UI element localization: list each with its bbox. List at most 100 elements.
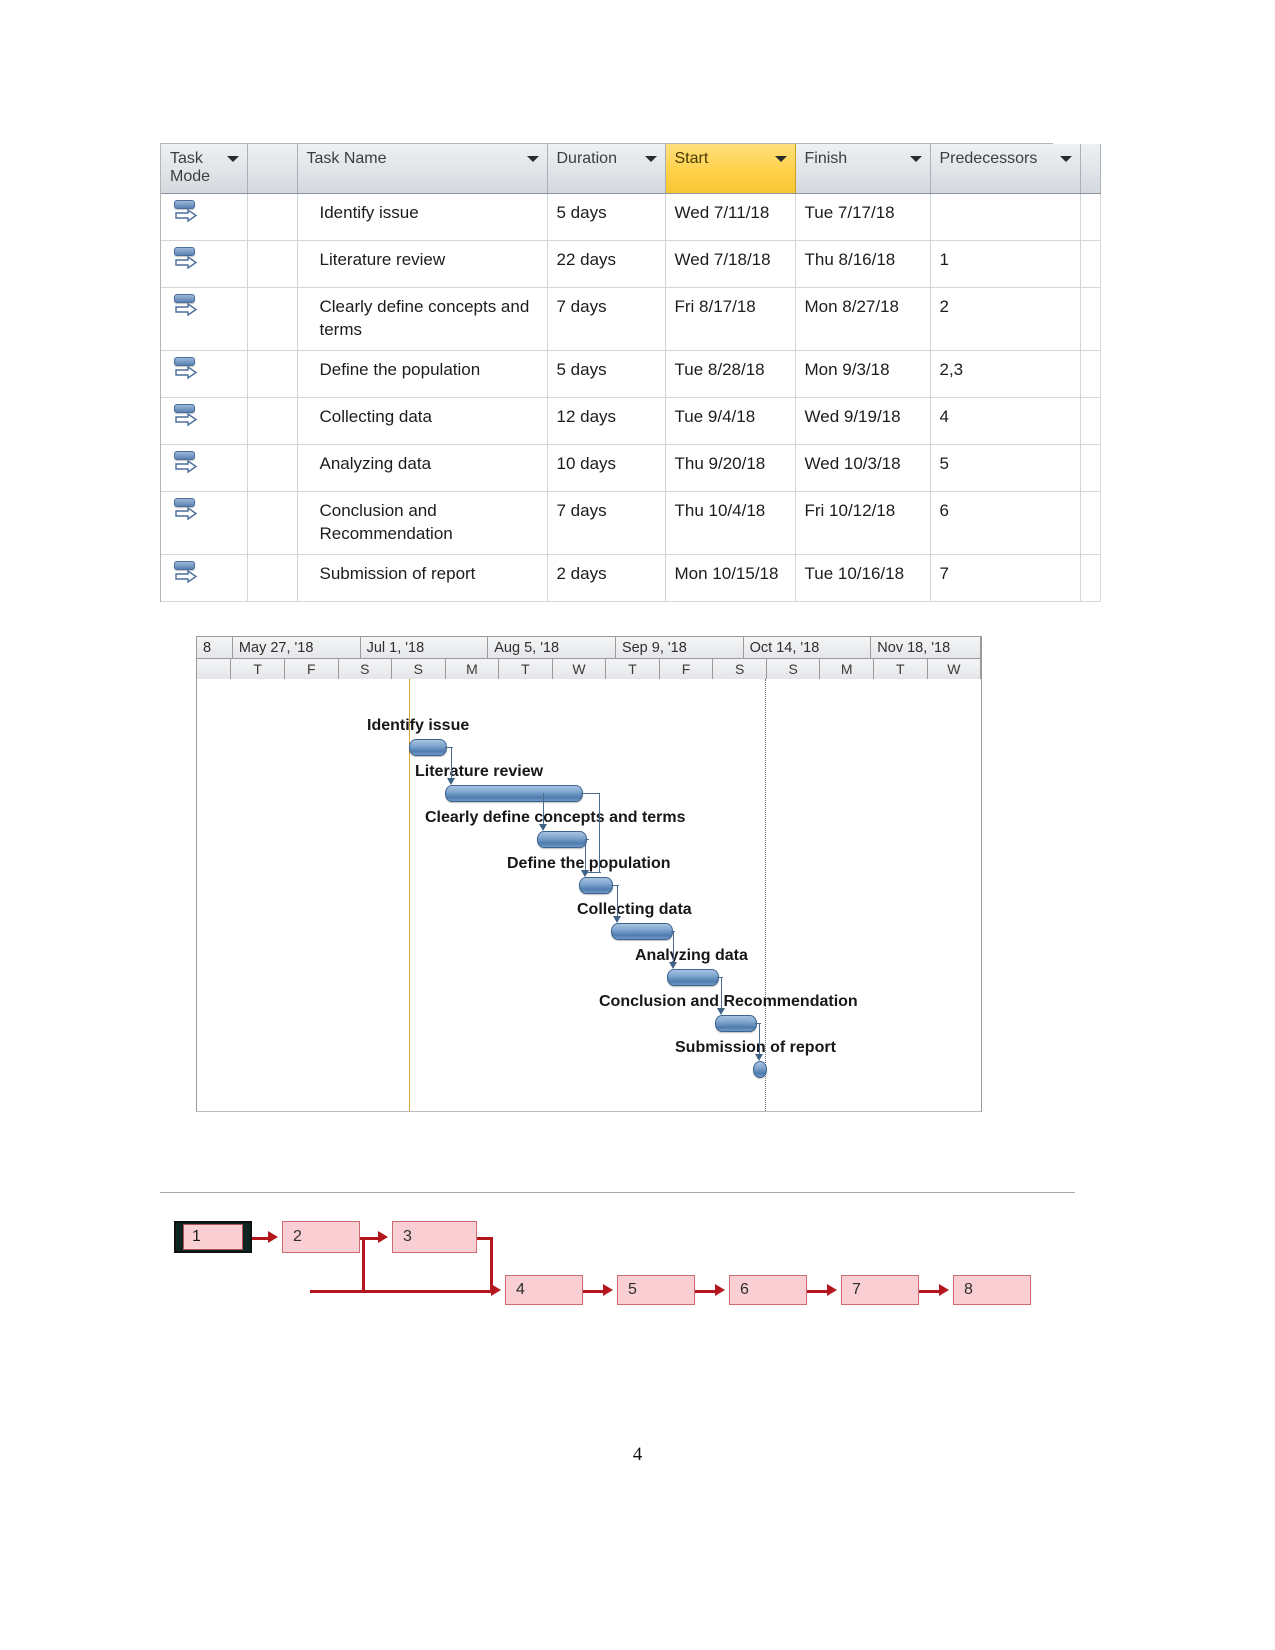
gantt-bar[interactable] [445,785,583,802]
cell-task-name[interactable]: Analyzing data [297,444,548,492]
table-row[interactable]: Define the population 5 days Tue 8/28/18 Mo… [161,350,1101,398]
column-header-task-name[interactable]: Task Name [297,144,548,194]
cell-finish[interactable]: Tue 10/16/18 [795,554,931,602]
cell-task-mode[interactable] [161,444,248,492]
cell-predecessors[interactable]: 7 [930,554,1081,602]
network-node-2[interactable]: 2 [282,1221,360,1253]
table-row[interactable]: Clearly define concepts and terms 7 days F… [161,287,1101,351]
cell-start[interactable]: Wed 7/11/18 [665,193,796,241]
auto-schedule-icon[interactable] [173,246,201,273]
cell-predecessors[interactable]: 2,3 [930,350,1081,398]
cell-finish[interactable]: Thu 8/16/18 [795,240,931,288]
column-header-start[interactable]: Start [665,144,796,194]
cell-finish[interactable]: Wed 10/3/18 [795,444,931,492]
table-row[interactable]: Identify issue 5 days Wed 7/11/18 Tue 7/17/… [161,193,1101,241]
table-row[interactable]: Collecting data 12 days Tue 9/4/18 Wed 9/19… [161,397,1101,445]
cell-indicator[interactable] [247,287,298,351]
cell-start[interactable]: Fri 8/17/18 [665,287,796,351]
cell-predecessors[interactable]: 4 [930,397,1081,445]
cell-indicator[interactable] [247,554,298,602]
cell-duration[interactable]: 7 days [547,287,666,351]
network-node-7[interactable]: 7 [841,1275,919,1305]
table-row[interactable]: Analyzing data 10 days Thu 9/20/18 Wed 10/3… [161,444,1101,492]
auto-schedule-icon[interactable] [173,199,201,226]
cell-task-name[interactable]: Clearly define concepts and terms [297,287,548,351]
cell-duration[interactable]: 22 days [547,240,666,288]
auto-schedule-icon[interactable] [173,450,201,477]
cell-duration[interactable]: 10 days [547,444,666,492]
chevron-down-icon[interactable] [1059,156,1072,162]
cell-duration[interactable]: 5 days [547,193,666,241]
cell-duration[interactable]: 12 days [547,397,666,445]
cell-task-name[interactable]: Collecting data [297,397,548,445]
gantt-plot-area[interactable]: Identify issue Literature review Clearly d… [196,679,982,1112]
cell-indicator[interactable] [247,240,298,288]
cell-task-mode[interactable] [161,287,248,351]
cell-finish[interactable]: Tue 7/17/18 [795,193,931,241]
gantt-bar[interactable] [579,877,613,894]
cell-task-name[interactable]: Submission of report [297,554,548,602]
chevron-down-icon[interactable] [774,156,787,162]
cell-start[interactable]: Thu 10/4/18 [665,491,796,555]
cell-task-name[interactable]: Conclusion and Recommendation [297,491,548,555]
table-row[interactable]: Submission of report 2 days Mon 10/15/18 Tu… [161,554,1101,602]
cell-predecessors[interactable]: 2 [930,287,1081,351]
column-header-predecessors[interactable]: Predecessors [930,144,1081,194]
table-row[interactable]: Literature review 22 days Wed 7/18/18 Thu 8… [161,240,1101,288]
cell-predecessors[interactable]: 5 [930,444,1081,492]
cell-start[interactable]: Wed 7/18/18 [665,240,796,288]
cell-duration[interactable]: 2 days [547,554,666,602]
cell-duration[interactable]: 5 days [547,350,666,398]
cell-finish[interactable]: Wed 9/19/18 [795,397,931,445]
cell-finish[interactable]: Mon 8/27/18 [795,287,931,351]
network-node-1[interactable]: 1 [174,1221,252,1253]
auto-schedule-icon[interactable] [173,356,201,383]
cell-task-mode[interactable] [161,491,248,555]
gantt-bar[interactable] [611,923,673,940]
network-node-4[interactable]: 4 [505,1275,583,1305]
column-header-finish[interactable]: Finish [795,144,931,194]
column-header-overflow[interactable] [1080,144,1101,194]
gantt-bar[interactable] [753,1061,767,1078]
cell-indicator[interactable] [247,193,298,241]
cell-indicator[interactable] [247,350,298,398]
network-node-8[interactable]: 8 [953,1275,1031,1305]
gantt-bar[interactable] [409,739,447,756]
auto-schedule-icon[interactable] [173,403,201,430]
table-row[interactable]: Conclusion and Recommendation 7 days Thu 1… [161,491,1101,555]
cell-indicator[interactable] [247,444,298,492]
cell-start[interactable]: Tue 8/28/18 [665,350,796,398]
gantt-bar[interactable] [667,969,719,986]
cell-duration[interactable]: 7 days [547,491,666,555]
gantt-bar[interactable] [715,1015,757,1032]
cell-start[interactable]: Tue 9/4/18 [665,397,796,445]
cell-predecessors[interactable]: 1 [930,240,1081,288]
chevron-down-icon[interactable] [526,156,539,162]
column-header-duration[interactable]: Duration [547,144,666,194]
gantt-bar[interactable] [537,831,587,848]
auto-schedule-icon[interactable] [173,560,201,587]
cell-task-mode[interactable] [161,397,248,445]
column-header-indicator[interactable] [247,144,298,194]
cell-start[interactable]: Mon 10/15/18 [665,554,796,602]
network-node-6[interactable]: 6 [729,1275,807,1305]
cell-start[interactable]: Thu 9/20/18 [665,444,796,492]
cell-indicator[interactable] [247,397,298,445]
auto-schedule-icon[interactable] [173,293,201,320]
auto-schedule-icon[interactable] [173,497,201,524]
cell-task-name[interactable]: Identify issue [297,193,548,241]
chevron-down-icon[interactable] [226,156,239,162]
cell-indicator[interactable] [247,491,298,555]
cell-task-mode[interactable] [161,240,248,288]
chevron-down-icon[interactable] [909,156,922,162]
cell-predecessors[interactable] [930,193,1081,241]
column-header-task-mode[interactable]: Task Mode [161,144,248,194]
network-node-3[interactable]: 3 [392,1221,477,1253]
network-node-5[interactable]: 5 [617,1275,695,1305]
cell-task-name[interactable]: Define the population [297,350,548,398]
cell-predecessors[interactable]: 6 [930,491,1081,555]
cell-task-mode[interactable] [161,554,248,602]
cell-finish[interactable]: Mon 9/3/18 [795,350,931,398]
cell-task-mode[interactable] [161,193,248,241]
cell-finish[interactable]: Fri 10/12/18 [795,491,931,555]
